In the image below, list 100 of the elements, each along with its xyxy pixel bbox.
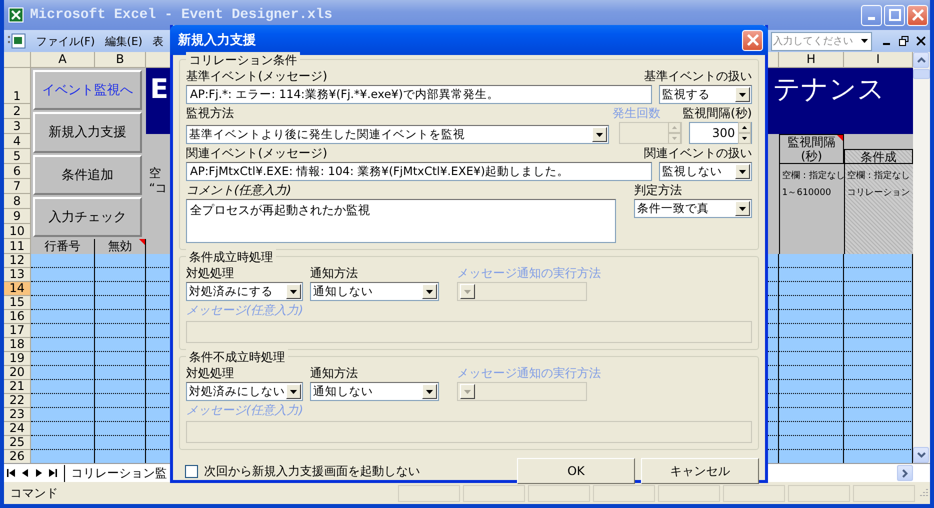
text-field[interactable]: AP:FjMtxCtl¥.EXE: 情報: 104: 業務¥(FjMtxCtl¥.EXE¥)起動しました。 <box>186 162 652 181</box>
dropdown[interactable]: 監視しない <box>659 162 752 181</box>
row-header[interactable]: 7 <box>4 179 31 194</box>
table-cell[interactable] <box>31 338 95 352</box>
row-header[interactable]: 24 <box>4 422 31 436</box>
close-button[interactable] <box>907 4 928 26</box>
row-header[interactable]: 6 <box>4 164 31 179</box>
scroll-down-button[interactable] <box>913 447 929 463</box>
first-sheet-icon[interactable] <box>4 469 18 477</box>
row-header[interactable]: 11 <box>4 239 31 254</box>
text-field[interactable]: AP:Fj.*: エラー: 114:業務¥(Fj.*¥.exe¥)で内部異常発生。 <box>186 85 652 104</box>
sheet-button[interactable]: イベント監視へ <box>33 70 142 110</box>
row-header[interactable]: 3 <box>4 119 31 134</box>
table-cell[interactable] <box>31 324 95 338</box>
chevron-right-icon <box>902 468 908 478</box>
table-cell[interactable] <box>31 282 95 296</box>
table-cell[interactable] <box>31 408 95 422</box>
table-cell[interactable] <box>844 254 913 268</box>
field-label: 監視間隔(秒) <box>682 105 752 121</box>
table-cell[interactable] <box>31 450 95 463</box>
table-cell[interactable] <box>31 352 95 366</box>
row-header[interactable]: 4 <box>4 134 31 149</box>
table-cell[interactable] <box>31 254 95 268</box>
table-cell[interactable] <box>31 380 95 394</box>
dialog-button[interactable]: OK <box>517 458 635 484</box>
resize-grip-icon[interactable] <box>918 488 928 498</box>
row-header[interactable]: 17 <box>4 324 31 338</box>
table-cell[interactable] <box>95 450 146 463</box>
row-header[interactable]: 14 <box>4 282 31 296</box>
sheet-button[interactable]: 条件追加 <box>33 154 142 195</box>
table-cell[interactable] <box>779 254 844 268</box>
row-header[interactable]: 10 <box>4 224 31 239</box>
row-header[interactable]: 21 <box>4 380 31 394</box>
table-header: 行番号 <box>31 239 95 254</box>
dropdown[interactable]: 対処済みにする <box>186 282 303 301</box>
column-header[interactable]: A <box>31 52 95 68</box>
spinner-field[interactable]: 300 <box>689 122 752 144</box>
restore-icon[interactable] <box>899 36 909 46</box>
column-header[interactable]: I <box>844 52 913 68</box>
column-header[interactable]: B <box>95 52 146 68</box>
scrollbar-thumb[interactable] <box>913 69 930 79</box>
row-header[interactable]: 15 <box>4 296 31 310</box>
caret-icon <box>735 164 750 179</box>
row-header[interactable]: 23 <box>4 408 31 422</box>
sheet-button[interactable]: 入力チェック <box>33 196 142 237</box>
table-cell[interactable] <box>31 366 95 380</box>
caret-icon <box>592 127 607 142</box>
row-header[interactable]: 26 <box>4 450 31 463</box>
dropdown[interactable]: 通知しない <box>310 382 439 401</box>
dropdown[interactable]: 条件一致で真 <box>634 199 752 218</box>
row-header[interactable]: 5 <box>4 149 31 164</box>
help-search-field[interactable]: 入力してください <box>771 32 872 50</box>
table-cell[interactable] <box>31 310 95 324</box>
close-icon[interactable] <box>916 36 926 46</box>
checkbox-label[interactable]: 次回から新規入力支援画面を起動しない <box>204 462 420 480</box>
last-sheet-icon[interactable] <box>46 469 60 477</box>
row-header[interactable]: 18 <box>4 338 31 352</box>
table-cell[interactable] <box>844 450 913 463</box>
table-cell[interactable] <box>95 254 146 268</box>
sheet-button[interactable]: 新規入力支援 <box>33 112 142 152</box>
maximize-button[interactable] <box>884 4 905 26</box>
row-header[interactable]: 25 <box>4 436 31 450</box>
comment-text-area[interactable]: 全プロセスが再起動されたか監視 <box>186 199 616 243</box>
status-panel <box>528 484 590 502</box>
dropdown[interactable]: 監視する <box>659 85 752 104</box>
close-button[interactable] <box>742 30 763 50</box>
column-header[interactable]: H <box>779 52 844 68</box>
row-header[interactable]: 12 <box>4 254 31 268</box>
dropdown[interactable]: 通知しない <box>310 282 439 301</box>
dropdown[interactable]: 基準イベントより後に発生した関連イベントを監視 <box>186 125 609 144</box>
dialog-title: 新規入力支援 <box>178 32 256 49</box>
row-header[interactable]: 20 <box>4 366 31 380</box>
checkbox[interactable] <box>185 464 198 478</box>
row-header[interactable]: 16 <box>4 310 31 324</box>
field-label: 通知方法 <box>310 365 359 381</box>
row-header[interactable]: 9 <box>4 209 31 224</box>
scroll-up-button[interactable] <box>913 52 929 68</box>
row-header[interactable]: 13 <box>4 268 31 282</box>
table-cell[interactable] <box>31 436 95 450</box>
row-header[interactable]: 19 <box>4 352 31 366</box>
field-label: 関連イベントの扱い <box>644 145 752 161</box>
row-header[interactable]: 2 <box>4 104 31 119</box>
table-cell[interactable] <box>31 296 95 310</box>
table-cell[interactable] <box>779 450 844 463</box>
menu-item[interactable]: 編集(E) <box>104 34 142 48</box>
menu-item[interactable]: ファイル(F) <box>36 34 95 48</box>
minimize-button[interactable] <box>861 4 882 26</box>
row-header[interactable]: 8 <box>4 194 31 209</box>
dropdown[interactable]: 対処済みにしない <box>186 382 303 401</box>
scroll-right-button[interactable] <box>897 465 913 481</box>
status-text: コマンド <box>10 484 58 502</box>
row-header[interactable]: 1 <box>4 68 31 104</box>
menu-item[interactable]: 表 <box>152 34 164 48</box>
caret-icon <box>422 384 437 399</box>
table-cell[interactable] <box>31 268 95 282</box>
row-header[interactable]: 22 <box>4 394 31 408</box>
dialog-button[interactable]: キャンセル <box>641 458 759 484</box>
table-cell[interactable] <box>31 394 95 408</box>
status-panel <box>398 484 460 502</box>
table-cell[interactable] <box>31 422 95 436</box>
